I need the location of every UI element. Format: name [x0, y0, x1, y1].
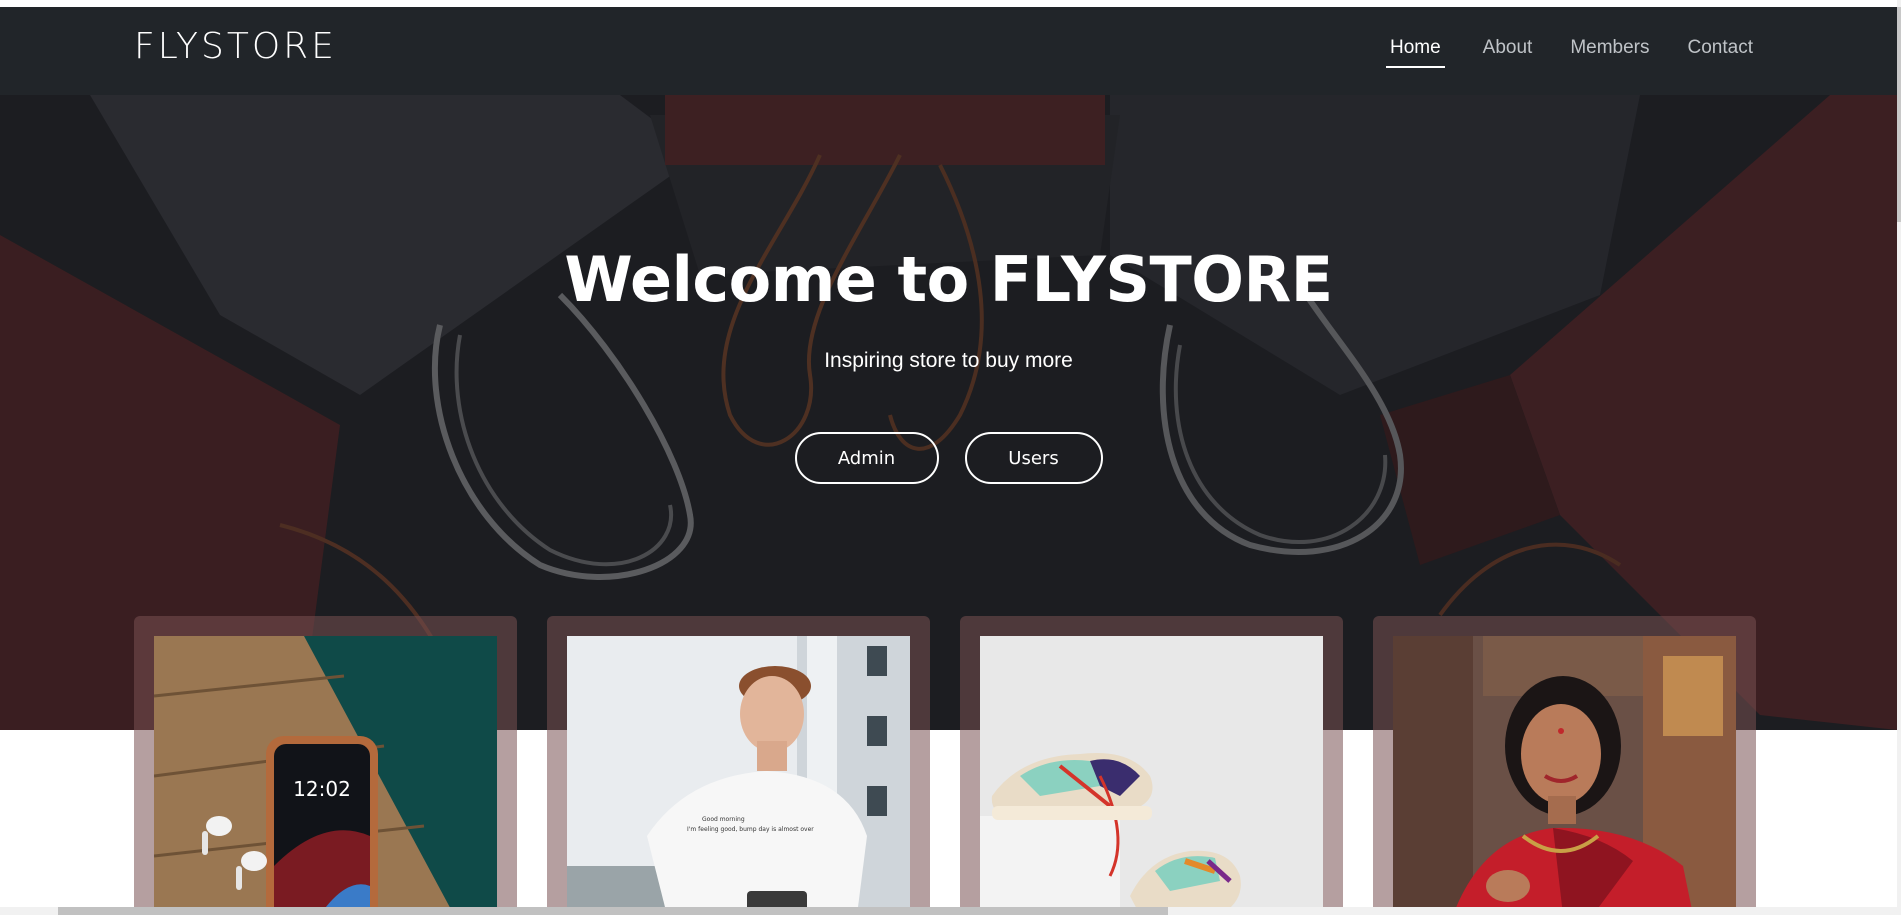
product-card-saree[interactable] [1373, 616, 1756, 915]
product-card-tshirt[interactable]: Good morning I'm feeling good, bump day … [547, 616, 930, 915]
nav-link-about[interactable]: About [1483, 37, 1533, 68]
product-image-phone[interactable]: 12:02 [154, 636, 497, 915]
product-cards: 12:02 Good morning I'm feeling good, bum… [134, 616, 1756, 915]
svg-text:Good morning: Good morning [702, 816, 745, 823]
woman-in-red-saree-photo [1393, 636, 1736, 915]
horizontal-scrollbar[interactable] [0, 907, 1901, 915]
phone-with-earbuds-photo: 12:02 [154, 636, 497, 915]
hero-subtitle: Inspiring store to buy more [824, 349, 1073, 372]
nav-link-contact[interactable]: Contact [1688, 37, 1753, 68]
vertical-scrollbar-thumb[interactable] [1897, 7, 1901, 222]
nav-menu: Home About Members Contact [1385, 37, 1753, 68]
product-image-tshirt[interactable]: Good morning I'm feeling good, bump day … [567, 636, 910, 915]
product-card-phone[interactable]: 12:02 [134, 616, 517, 915]
navbar: FLYSTORE Home About Members Contact [0, 7, 1897, 95]
product-card-sneakers[interactable] [960, 616, 1343, 915]
hero-buttons: Admin Users [0, 432, 1897, 484]
nav-link-home[interactable]: Home [1385, 37, 1445, 68]
brand-logo[interactable]: FLYSTORE [134, 29, 337, 65]
svg-text:I'm feeling good, bump day is: I'm feeling good, bump day is almost ove… [687, 826, 814, 833]
admin-button[interactable]: Admin [794, 432, 939, 484]
top-strip [0, 0, 1901, 7]
svg-text:12:02: 12:02 [293, 777, 351, 801]
users-button[interactable]: Users [964, 432, 1103, 484]
man-in-white-tshirt-photo: Good morning I'm feeling good, bump day … [567, 636, 910, 915]
product-image-saree[interactable] [1393, 636, 1736, 915]
horizontal-scrollbar-thumb[interactable] [58, 907, 1168, 915]
sneakers-photo [980, 636, 1323, 915]
hero-title: Welcome to FLYSTORE [564, 243, 1333, 316]
vertical-scrollbar[interactable] [1897, 0, 1901, 915]
product-image-sneakers[interactable] [980, 636, 1323, 915]
nav-link-members[interactable]: Members [1570, 37, 1649, 68]
